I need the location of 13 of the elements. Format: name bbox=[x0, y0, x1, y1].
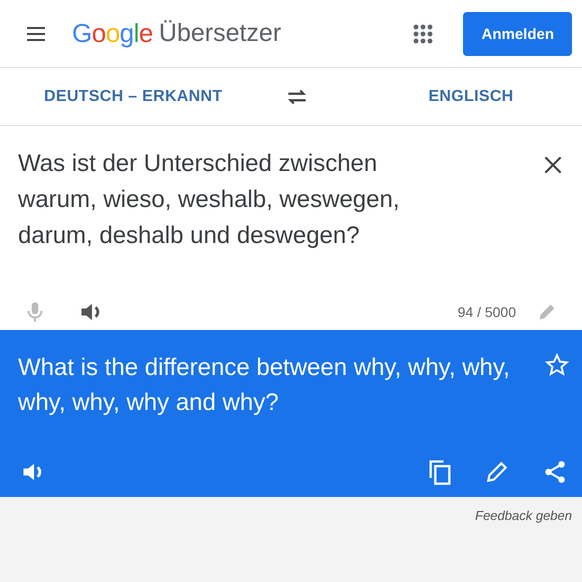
star-icon[interactable] bbox=[544, 352, 570, 378]
character-count: 94 / 5000 bbox=[458, 302, 516, 322]
source-text-field[interactable]: Was ist der Unterschied zwischen warum, wieso, weshalb, weswegen, darum, deshalb und deswegen? bbox=[18, 146, 443, 258]
translation-text: What is the difference between why, why, why, why, why, why and why? bbox=[18, 353, 511, 418]
source-panel[interactable]: Was ist der Unterschied zwischen warum, wieso, weshalb, weswegen, darum, deshalb und deswegen? 94 / 5000 bbox=[0, 126, 582, 330]
source-language-tab[interactable]: DEUTSCH – ERKANNT bbox=[38, 84, 228, 110]
app-title: Übersetzer bbox=[158, 18, 282, 49]
target-language-tab[interactable]: ENGLISCH bbox=[422, 84, 520, 110]
apps-icon[interactable] bbox=[411, 22, 436, 46]
sign-in-button[interactable]: Anmelden bbox=[463, 12, 572, 56]
pencil-icon[interactable] bbox=[484, 459, 510, 485]
feedback-link[interactable]: Feedback geben bbox=[475, 508, 572, 523]
logo-text: Google bbox=[72, 17, 153, 50]
